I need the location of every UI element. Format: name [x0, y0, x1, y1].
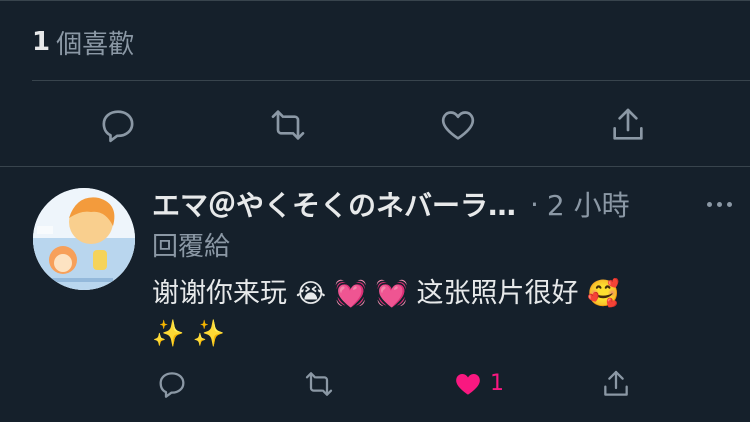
avatar-image — [33, 188, 135, 290]
more-options-icon[interactable] — [707, 184, 732, 224]
like-button[interactable] — [431, 98, 485, 152]
tweet-text-line-1: 谢谢你来玩 😭 💓 💓 这张照片很好 🥰 — [152, 274, 712, 314]
reply-header: エマ＠やくそくのネバーラ… · 2 小時 — [152, 184, 732, 224]
tweet-action-bar — [0, 98, 750, 152]
reply-reply-button[interactable] — [150, 362, 194, 406]
tweet-text: 谢谢你来玩 😭 💓 💓 这张照片很好 🥰 ✨ ✨ — [152, 274, 712, 354]
text-segment-2: 这张照片很好 — [416, 278, 579, 309]
smiling-hearts-emoji: 🥰 — [587, 279, 620, 309]
replying-to-label[interactable]: 回覆給 — [152, 226, 230, 263]
reply-like-button[interactable] — [446, 362, 490, 406]
reply-icon — [102, 110, 134, 143]
reply-button[interactable] — [91, 98, 145, 152]
heart-outline-icon — [441, 111, 475, 140]
share-button[interactable] — [601, 98, 655, 152]
beating-heart-emoji: 💓 — [375, 279, 408, 309]
beating-heart-emoji: 💓 — [334, 279, 367, 309]
reply-share-button[interactable] — [594, 362, 638, 406]
reply-icon — [159, 372, 185, 398]
retweet-button[interactable] — [261, 98, 315, 152]
likes-label: 個喜歡 — [56, 29, 135, 60]
top-divider — [0, 0, 750, 1]
avatar[interactable] — [33, 188, 135, 290]
share-icon — [604, 370, 628, 396]
heart-filled-icon — [456, 374, 480, 395]
section-divider — [0, 166, 750, 167]
retweet-icon — [271, 110, 305, 140]
timestamp[interactable]: 2 小時 — [547, 184, 630, 224]
sparkles-emoji: ✨ ✨ — [152, 319, 226, 349]
reply-action-bar: 1 — [0, 362, 750, 406]
share-icon — [613, 108, 643, 140]
tweet-text-line-2: ✨ ✨ — [152, 314, 712, 354]
likes-divider — [32, 80, 750, 81]
meta-separator: · — [530, 187, 539, 221]
reply-retweet-button[interactable] — [297, 362, 341, 406]
likes-count: 1 — [32, 27, 51, 57]
crying-emoji: 😭 — [295, 279, 326, 309]
reply-tweet[interactable]: エマ＠やくそくのネバーラ… · 2 小時 回覆給 谢谢你来玩 😭 💓 💓 这张照… — [0, 168, 750, 422]
reply-like-count: 1 — [490, 371, 504, 396]
retweet-icon — [305, 372, 333, 396]
text-segment-1: 谢谢你来玩 — [152, 278, 287, 309]
display-name[interactable]: エマ＠やくそくのネバーラ… — [152, 184, 516, 224]
likes-summary[interactable]: 1 個喜歡 — [32, 22, 134, 62]
